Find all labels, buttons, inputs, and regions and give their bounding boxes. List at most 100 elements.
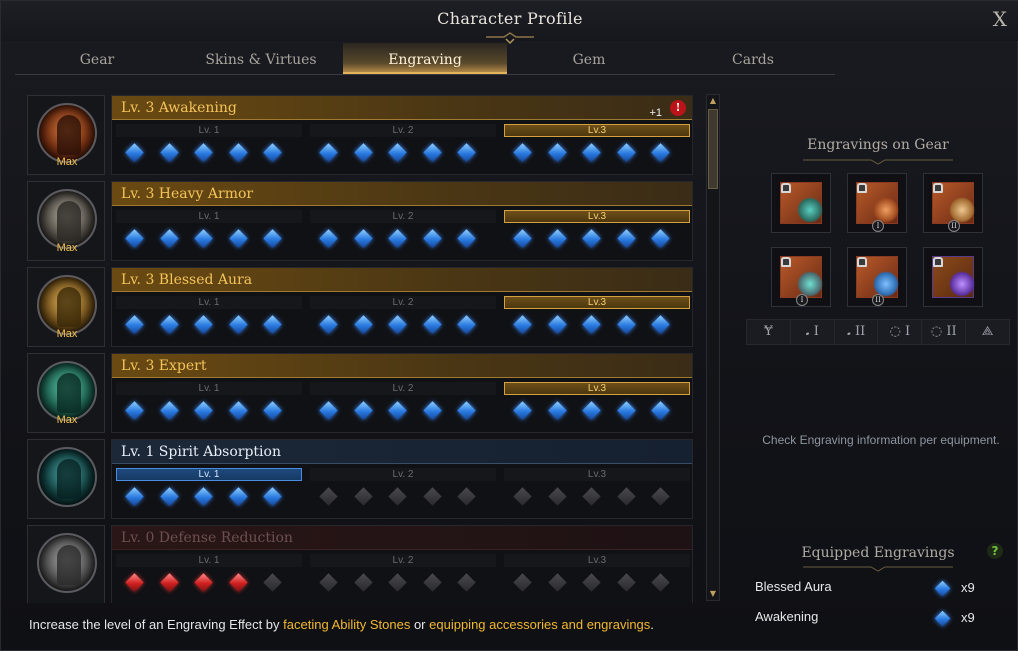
filter-earring-2-icon[interactable]: 𝅘 II xyxy=(835,320,879,344)
tab-skins-virtues[interactable]: Skins & Virtues xyxy=(179,43,343,74)
level-label: Lv.3 xyxy=(504,296,690,309)
equipped-row: Awakening x9 xyxy=(755,609,991,629)
engraving-node-icon xyxy=(263,143,282,162)
level-group: Lv.3 xyxy=(504,554,692,602)
engraving-node-icon xyxy=(159,487,179,506)
close-button[interactable]: X xyxy=(993,7,1007,31)
engraving-node-icon xyxy=(616,573,636,592)
engraving-node-icon xyxy=(194,573,213,592)
engraving-name: Lv. 1 Spirit Absorption xyxy=(112,440,692,464)
engraving-row[interactable]: Max Lv. 3 Blessed Aura Lv. 1 Lv. 2 Lv.3 xyxy=(27,265,693,349)
level-label: Lv. 1 xyxy=(116,210,302,223)
engraving-node-icon xyxy=(263,401,282,420)
level-group: Lv. 2 xyxy=(310,468,498,516)
gem-row xyxy=(319,315,492,334)
gear-type-filter: Ɏ 𝅘 I 𝅘 II ◌ I ◌ II ⟁ xyxy=(746,319,1010,345)
filter-ring-2-icon[interactable]: ◌ II xyxy=(922,320,967,344)
tab-gem[interactable]: Gem xyxy=(507,43,671,74)
engraving-icon-frame: Max xyxy=(27,181,105,261)
engraving-row[interactable]: Lv. 1 Spirit Absorption Lv. 1 Lv. 2 Lv.3 xyxy=(27,437,693,521)
engraving-node-icon xyxy=(513,143,532,162)
engraving-node-icon xyxy=(263,487,282,506)
level-label: Lv.3 xyxy=(504,554,690,567)
tab-bar: Gear Skins & Virtues Engraving Gem Cards xyxy=(15,43,835,75)
slot-number-badge: I xyxy=(796,294,808,306)
level-group: Lv.3 xyxy=(504,382,692,430)
gear-slot-earring-1[interactable]: I xyxy=(847,173,907,233)
scroll-down-icon[interactable]: ▼ xyxy=(708,589,718,599)
engraving-row[interactable]: Max Lv. 3 Awakening +1! Lv. 1 Lv. 2 Lv.3 xyxy=(27,93,693,177)
tab-gear[interactable]: Gear xyxy=(15,43,179,74)
level-label: Lv. 2 xyxy=(310,468,496,481)
level-group: Lv. 2 xyxy=(310,554,498,602)
engraving-node-icon xyxy=(582,315,601,334)
level-label: Lv. 2 xyxy=(310,210,496,223)
engraving-node-icon xyxy=(263,315,282,334)
engraving-node-icon xyxy=(353,315,373,334)
level-label: Lv. 1 xyxy=(116,124,302,137)
gem-row xyxy=(125,401,298,420)
engraving-node-icon xyxy=(422,143,442,162)
scroll-up-icon[interactable]: ▲ xyxy=(708,96,718,106)
gem-row xyxy=(513,573,686,592)
engraving-node-icon xyxy=(457,315,476,334)
filter-necklace-icon[interactable]: Ɏ xyxy=(747,320,791,344)
scroll-thumb[interactable] xyxy=(708,109,718,189)
engraving-node-icon xyxy=(422,487,442,506)
gear-slot-earring-2[interactable]: II xyxy=(923,173,983,233)
engraving-gem-icon xyxy=(934,610,951,627)
engraving-row[interactable]: Max Lv. 3 Heavy Armor Lv. 1 Lv. 2 Lv.3 xyxy=(27,179,693,263)
engraving-node-icon xyxy=(513,573,532,592)
filter-ability-stone-icon[interactable]: ⟁ xyxy=(966,320,1009,344)
engraving-node-icon xyxy=(616,229,636,248)
engraving-node-icon xyxy=(388,487,407,506)
gem-row xyxy=(125,315,298,334)
help-icon[interactable]: ? xyxy=(987,543,1003,559)
engraving-node-icon xyxy=(513,229,532,248)
engraving-node-icon xyxy=(228,229,248,248)
engraving-node-icon xyxy=(125,315,144,334)
gem-row xyxy=(125,487,298,506)
engraving-row[interactable]: Max Lv. 3 Expert Lv. 1 Lv. 2 Lv.3 xyxy=(27,351,693,435)
gem-row xyxy=(513,229,686,248)
tab-engraving[interactable]: Engraving xyxy=(343,43,507,74)
gear-slot-ability-stone[interactable] xyxy=(923,247,983,307)
engraving-node-icon xyxy=(457,573,476,592)
warning-icon[interactable]: ! xyxy=(670,100,686,116)
tab-cards[interactable]: Cards xyxy=(671,43,835,74)
level-group: Lv. 2 xyxy=(310,296,498,344)
level-group: Lv. 1 xyxy=(116,210,304,258)
equipped-row: Blessed Aura x9 xyxy=(755,579,991,599)
engraving-node-icon xyxy=(194,487,213,506)
filter-ring-1-icon[interactable]: ◌ I xyxy=(878,320,923,344)
engraving-node-icon xyxy=(159,143,179,162)
engraving-node-icon xyxy=(616,487,636,506)
faceting-link[interactable]: faceting Ability Stones xyxy=(283,617,410,632)
level-label: Lv. 2 xyxy=(310,296,496,309)
engraving-node-icon xyxy=(388,229,407,248)
slot-number-badge: II xyxy=(948,220,960,232)
title-bar: Character Profile X xyxy=(1,1,1018,45)
gear-slot-ring-2[interactable]: II xyxy=(847,247,907,307)
engraving-scrollbar[interactable]: ▲ ▼ xyxy=(706,94,720,601)
engraving-list: Max Lv. 3 Awakening +1! Lv. 1 Lv. 2 Lv.3 Max Lv… xyxy=(27,93,693,603)
level-label: Lv. 2 xyxy=(310,382,496,395)
gem-row xyxy=(319,143,492,162)
equipping-link[interactable]: equipping accessories and engravings xyxy=(429,617,650,632)
engraving-icon xyxy=(37,275,97,335)
filter-earring-1-icon[interactable]: 𝅘 I xyxy=(791,320,835,344)
check-engraving-hint: Check Engraving information per equipmen… xyxy=(762,433,1000,447)
engraving-row[interactable]: Lv. 0 Defense Reduction Lv. 1 Lv. 2 Lv.3 xyxy=(27,523,693,603)
level-group: Lv. 1 xyxy=(116,382,304,430)
gear-slot-ring-1[interactable]: I xyxy=(771,247,831,307)
gear-slot-necklace[interactable] xyxy=(771,173,831,233)
engraving-name: Lv. 3 Heavy Armor xyxy=(112,182,692,206)
level-group: Lv. 2 xyxy=(310,382,498,430)
engraving-icon xyxy=(37,103,97,163)
engraving-node-icon xyxy=(194,229,213,248)
engraving-node-icon xyxy=(388,401,407,420)
engraving-node-icon xyxy=(651,143,670,162)
engraving-node-icon xyxy=(651,315,670,334)
engraving-node-icon xyxy=(457,487,476,506)
engraving-icon-frame: Max xyxy=(27,353,105,433)
